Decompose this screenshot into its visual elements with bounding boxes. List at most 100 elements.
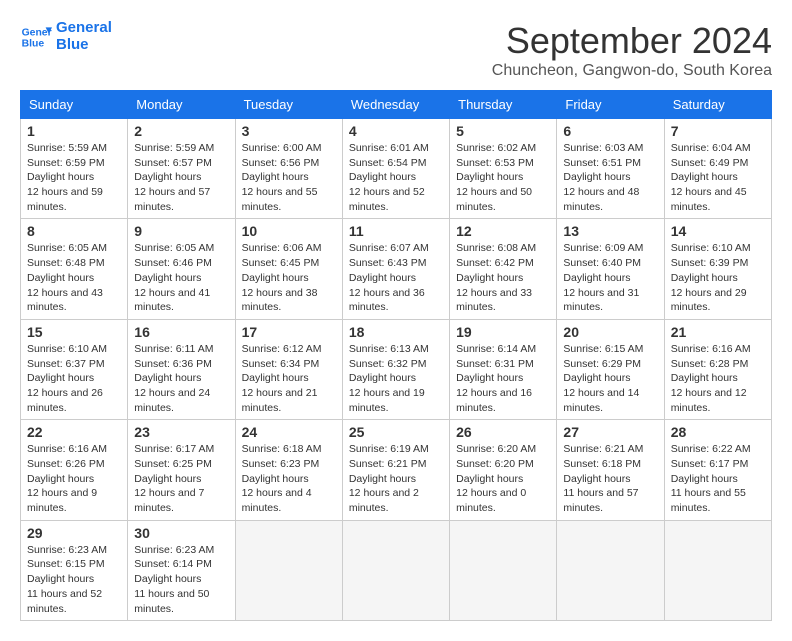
day-cell: 21 Sunrise: 6:16 AM Sunset: 6:28 PM Dayl… [664,319,771,419]
day-number: 26 [456,424,550,440]
logo-line1: General [56,20,112,37]
day-cell: 2 Sunrise: 5:59 AM Sunset: 6:57 PM Dayli… [128,119,235,219]
month-title: September 2024 [492,20,772,62]
day-info: Sunrise: 6:08 AM Sunset: 6:42 PM Dayligh… [456,241,550,314]
day-number: 12 [456,223,550,239]
day-cell: 3 Sunrise: 6:00 AM Sunset: 6:56 PM Dayli… [235,119,342,219]
day-info: Sunrise: 6:02 AM Sunset: 6:53 PM Dayligh… [456,141,550,214]
day-number: 16 [134,324,228,340]
day-cell: 25 Sunrise: 6:19 AM Sunset: 6:21 PM Dayl… [342,420,449,520]
day-number: 21 [671,324,765,340]
day-number: 28 [671,424,765,440]
day-cell: 26 Sunrise: 6:20 AM Sunset: 6:20 PM Dayl… [450,420,557,520]
day-cell [342,520,449,620]
week-row-1: 1 Sunrise: 5:59 AM Sunset: 6:59 PM Dayli… [21,119,772,219]
day-number: 22 [27,424,121,440]
day-info: Sunrise: 6:16 AM Sunset: 6:26 PM Dayligh… [27,442,121,515]
day-number: 4 [349,123,443,139]
day-info: Sunrise: 6:10 AM Sunset: 6:39 PM Dayligh… [671,241,765,314]
day-cell: 29 Sunrise: 6:23 AM Sunset: 6:15 PM Dayl… [21,520,128,620]
subtitle: Chuncheon, Gangwon-do, South Korea [492,62,772,80]
day-cell: 4 Sunrise: 6:01 AM Sunset: 6:54 PM Dayli… [342,119,449,219]
day-number: 3 [242,123,336,139]
day-cell: 1 Sunrise: 5:59 AM Sunset: 6:59 PM Dayli… [21,119,128,219]
day-cell: 6 Sunrise: 6:03 AM Sunset: 6:51 PM Dayli… [557,119,664,219]
day-info: Sunrise: 6:18 AM Sunset: 6:23 PM Dayligh… [242,442,336,515]
day-number: 8 [27,223,121,239]
day-cell: 12 Sunrise: 6:08 AM Sunset: 6:42 PM Dayl… [450,219,557,319]
day-info: Sunrise: 6:06 AM Sunset: 6:45 PM Dayligh… [242,241,336,314]
calendar-body: 1 Sunrise: 5:59 AM Sunset: 6:59 PM Dayli… [21,119,772,621]
svg-text:Blue: Blue [22,38,45,49]
day-info: Sunrise: 6:00 AM Sunset: 6:56 PM Dayligh… [242,141,336,214]
day-cell: 14 Sunrise: 6:10 AM Sunset: 6:39 PM Dayl… [664,219,771,319]
day-number: 7 [671,123,765,139]
day-info: Sunrise: 5:59 AM Sunset: 6:59 PM Dayligh… [27,141,121,214]
day-info: Sunrise: 6:19 AM Sunset: 6:21 PM Dayligh… [349,442,443,515]
day-number: 2 [134,123,228,139]
day-info: Sunrise: 6:23 AM Sunset: 6:14 PM Dayligh… [134,543,228,616]
week-row-4: 22 Sunrise: 6:16 AM Sunset: 6:26 PM Dayl… [21,420,772,520]
day-number: 17 [242,324,336,340]
day-number: 29 [27,525,121,541]
day-cell: 13 Sunrise: 6:09 AM Sunset: 6:40 PM Dayl… [557,219,664,319]
title-section: September 2024 Chuncheon, Gangwon-do, So… [492,20,772,80]
day-cell: 11 Sunrise: 6:07 AM Sunset: 6:43 PM Dayl… [342,219,449,319]
day-cell: 16 Sunrise: 6:11 AM Sunset: 6:36 PM Dayl… [128,319,235,419]
weekday-header-tuesday: Tuesday [235,91,342,119]
day-number: 24 [242,424,336,440]
day-cell: 19 Sunrise: 6:14 AM Sunset: 6:31 PM Dayl… [450,319,557,419]
day-cell: 15 Sunrise: 6:10 AM Sunset: 6:37 PM Dayl… [21,319,128,419]
weekday-header-friday: Friday [557,91,664,119]
day-number: 10 [242,223,336,239]
day-cell: 5 Sunrise: 6:02 AM Sunset: 6:53 PM Dayli… [450,119,557,219]
day-cell [235,520,342,620]
day-number: 20 [563,324,657,340]
day-info: Sunrise: 6:17 AM Sunset: 6:25 PM Dayligh… [134,442,228,515]
day-info: Sunrise: 6:13 AM Sunset: 6:32 PM Dayligh… [349,342,443,415]
logo-line2: Blue [56,37,112,54]
day-cell: 23 Sunrise: 6:17 AM Sunset: 6:25 PM Dayl… [128,420,235,520]
day-cell: 18 Sunrise: 6:13 AM Sunset: 6:32 PM Dayl… [342,319,449,419]
day-info: Sunrise: 6:05 AM Sunset: 6:46 PM Dayligh… [134,241,228,314]
day-info: Sunrise: 6:09 AM Sunset: 6:40 PM Dayligh… [563,241,657,314]
week-row-2: 8 Sunrise: 6:05 AM Sunset: 6:48 PM Dayli… [21,219,772,319]
weekday-header-monday: Monday [128,91,235,119]
day-number: 23 [134,424,228,440]
weekday-header-row: SundayMondayTuesdayWednesdayThursdayFrid… [21,91,772,119]
day-number: 18 [349,324,443,340]
day-info: Sunrise: 6:21 AM Sunset: 6:18 PM Dayligh… [563,442,657,515]
day-number: 13 [563,223,657,239]
day-info: Sunrise: 6:23 AM Sunset: 6:15 PM Dayligh… [27,543,121,616]
day-number: 5 [456,123,550,139]
day-info: Sunrise: 5:59 AM Sunset: 6:57 PM Dayligh… [134,141,228,214]
day-info: Sunrise: 6:03 AM Sunset: 6:51 PM Dayligh… [563,141,657,214]
day-info: Sunrise: 6:22 AM Sunset: 6:17 PM Dayligh… [671,442,765,515]
day-cell [664,520,771,620]
day-cell: 17 Sunrise: 6:12 AM Sunset: 6:34 PM Dayl… [235,319,342,419]
day-info: Sunrise: 6:05 AM Sunset: 6:48 PM Dayligh… [27,241,121,314]
logo-icon: General Blue [20,21,52,53]
day-cell [450,520,557,620]
day-cell: 22 Sunrise: 6:16 AM Sunset: 6:26 PM Dayl… [21,420,128,520]
week-row-5: 29 Sunrise: 6:23 AM Sunset: 6:15 PM Dayl… [21,520,772,620]
day-number: 11 [349,223,443,239]
day-cell: 20 Sunrise: 6:15 AM Sunset: 6:29 PM Dayl… [557,319,664,419]
day-cell: 9 Sunrise: 6:05 AM Sunset: 6:46 PM Dayli… [128,219,235,319]
day-info: Sunrise: 6:01 AM Sunset: 6:54 PM Dayligh… [349,141,443,214]
day-info: Sunrise: 6:16 AM Sunset: 6:28 PM Dayligh… [671,342,765,415]
day-number: 9 [134,223,228,239]
day-info: Sunrise: 6:12 AM Sunset: 6:34 PM Dayligh… [242,342,336,415]
weekday-header-saturday: Saturday [664,91,771,119]
day-info: Sunrise: 6:14 AM Sunset: 6:31 PM Dayligh… [456,342,550,415]
day-cell: 8 Sunrise: 6:05 AM Sunset: 6:48 PM Dayli… [21,219,128,319]
day-cell: 30 Sunrise: 6:23 AM Sunset: 6:14 PM Dayl… [128,520,235,620]
day-number: 19 [456,324,550,340]
day-number: 6 [563,123,657,139]
weekday-header-sunday: Sunday [21,91,128,119]
day-number: 15 [27,324,121,340]
day-number: 27 [563,424,657,440]
day-cell: 27 Sunrise: 6:21 AM Sunset: 6:18 PM Dayl… [557,420,664,520]
day-number: 25 [349,424,443,440]
day-cell [557,520,664,620]
